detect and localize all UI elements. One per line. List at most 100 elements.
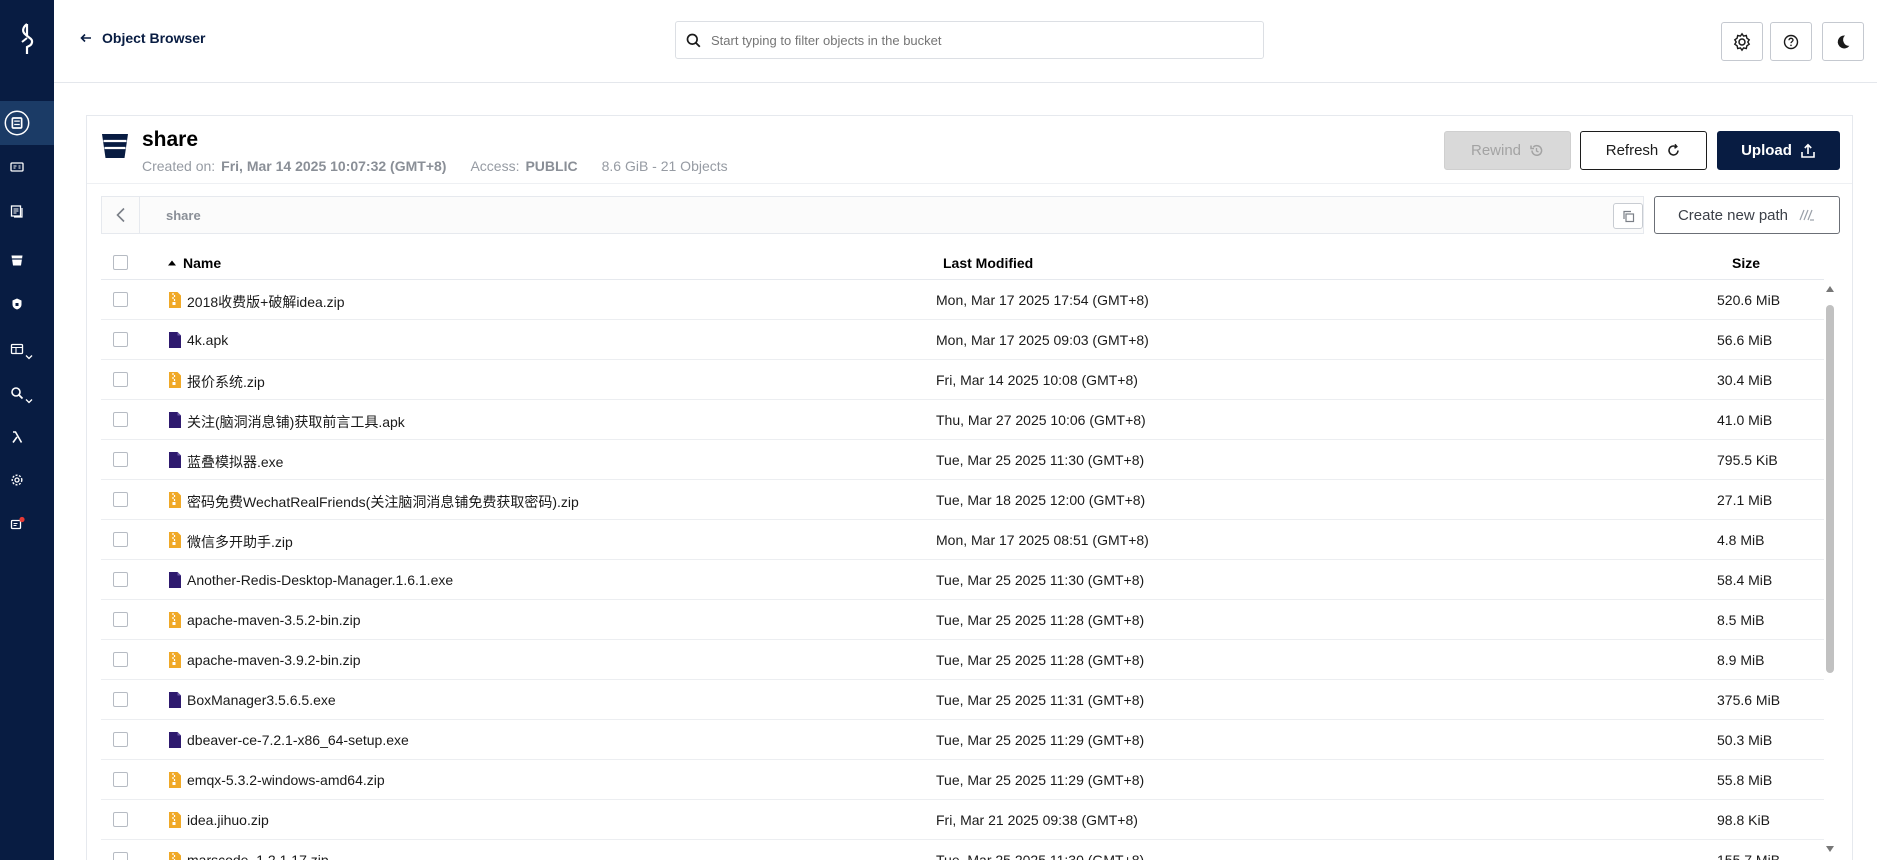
table-row[interactable]: 蓝叠模拟器.exe Tue, Mar 25 2025 11:30 (GMT+8)… xyxy=(101,440,1824,480)
sidebar-item-object-browser[interactable] xyxy=(4,110,30,136)
object-last-modified: Tue, Mar 25 2025 11:28 (GMT+8) xyxy=(936,612,1145,628)
path-back-button[interactable] xyxy=(102,197,140,233)
row-checkbox[interactable] xyxy=(113,612,128,627)
object-size: 8.5 MiB xyxy=(1717,612,1765,628)
object-list-scrollbar[interactable] xyxy=(1823,286,1837,860)
object-name: dbeaver-ce-7.2.1-x86_64-setup.exe xyxy=(187,732,409,748)
identity-icon xyxy=(10,343,24,355)
row-checkbox[interactable] xyxy=(113,492,128,507)
object-size: 98.8 KiB xyxy=(1717,812,1770,828)
arrow-left-icon xyxy=(80,33,91,43)
row-checkbox[interactable] xyxy=(113,412,128,427)
table-row[interactable]: Another-Redis-Desktop-Manager.1.6.1.exe … xyxy=(101,560,1824,600)
copy-icon xyxy=(1622,210,1634,222)
column-header-size[interactable]: Size xyxy=(1732,255,1760,271)
help-icon xyxy=(1783,34,1799,49)
rewind-label: Rewind xyxy=(1470,142,1522,159)
scroll-up-arrow-icon[interactable] xyxy=(1826,286,1834,292)
license-icon xyxy=(10,516,25,530)
object-name: marscode_1.2.1.17.zip xyxy=(187,852,329,860)
sidebar-item-settings[interactable] xyxy=(4,467,30,493)
created-label: Created on: xyxy=(142,158,216,174)
notification-badge xyxy=(19,516,25,523)
upload-button[interactable]: Upload xyxy=(1717,131,1840,170)
chevron-down-icon[interactable] xyxy=(24,352,34,362)
sidebar-item-license[interactable] xyxy=(4,511,30,537)
table-row[interactable]: apache-maven-3.9.2-bin.zip Tue, Mar 25 2… xyxy=(101,640,1824,680)
object-name: 报价系统.zip xyxy=(187,374,265,390)
search-icon xyxy=(686,33,701,47)
object-name: apache-maven-3.5.2-bin.zip xyxy=(187,612,361,628)
scrollbar-thumb[interactable] xyxy=(1826,305,1834,673)
chevron-down-icon[interactable] xyxy=(24,396,34,406)
sidebar-item-lambda[interactable] xyxy=(4,424,30,450)
column-header-name[interactable]: Name xyxy=(167,255,221,271)
object-size: 8.9 MiB xyxy=(1717,652,1765,668)
row-checkbox[interactable] xyxy=(113,532,128,547)
sidebar-item-documentation[interactable] xyxy=(4,198,30,224)
rewind-button[interactable]: Rewind xyxy=(1444,131,1571,170)
row-checkbox[interactable] xyxy=(113,332,128,347)
create-new-path-button[interactable]: Create new path xyxy=(1654,196,1840,234)
zip-file-icon xyxy=(169,492,181,508)
refresh-icon xyxy=(1668,143,1680,156)
table-row[interactable]: 密码免费WechatRealFriends(关注脑洞消息铺免费获取密码).zip… xyxy=(101,480,1824,520)
copy-path-button[interactable] xyxy=(1613,203,1643,229)
scroll-down-arrow-icon[interactable] xyxy=(1826,846,1834,852)
search-input[interactable] xyxy=(711,32,1231,48)
table-row[interactable]: 报价系统.zip Fri, Mar 14 2025 10:08 (GMT+8) … xyxy=(101,360,1824,400)
sidebar-item-buckets[interactable] xyxy=(4,247,30,273)
table-row[interactable]: idea.jihuo.zip Fri, Mar 21 2025 09:38 (G… xyxy=(101,800,1824,840)
table-row[interactable]: 4k.apk Mon, Mar 17 2025 09:03 (GMT+8) 56… xyxy=(101,320,1824,360)
table-row[interactable]: 2018收费版+破解idea.zip Mon, Mar 17 2025 17:5… xyxy=(101,280,1824,320)
refresh-button[interactable]: Refresh xyxy=(1580,131,1707,170)
breadcrumb[interactable]: share xyxy=(166,208,201,223)
back-to-object-browser-link[interactable]: Object Browser xyxy=(80,30,205,46)
row-checkbox[interactable] xyxy=(113,452,128,467)
row-checkbox[interactable] xyxy=(113,772,128,787)
sidebar-item-policies[interactable] xyxy=(4,291,30,317)
table-row[interactable]: 关注(脑洞消息铺)获取前言工具.apk Thu, Mar 27 2025 10:… xyxy=(101,400,1824,440)
row-checkbox[interactable] xyxy=(113,572,128,587)
path-breadcrumb-bar: share xyxy=(101,196,1644,234)
settings-button[interactable] xyxy=(1721,22,1763,61)
column-header-last-modified[interactable]: Last Modified xyxy=(943,255,1033,271)
object-last-modified: Tue, Mar 25 2025 11:30 (GMT+8) xyxy=(936,452,1145,468)
object-name: apache-maven-3.9.2-bin.zip xyxy=(187,652,361,668)
table-row[interactable]: apache-maven-3.5.2-bin.zip Tue, Mar 25 2… xyxy=(101,600,1824,640)
bucket-usage: 8.6 GiB - 21 Objects xyxy=(601,158,728,174)
table-row[interactable]: BoxManager3.5.6.5.exe Tue, Mar 25 2025 1… xyxy=(101,680,1824,720)
row-checkbox[interactable] xyxy=(113,852,128,860)
row-checkbox[interactable] xyxy=(113,692,128,707)
object-filter-search[interactable] xyxy=(675,21,1264,59)
object-last-modified: Tue, Mar 25 2025 11:29 (GMT+8) xyxy=(936,732,1145,748)
row-checkbox[interactable] xyxy=(113,372,128,387)
row-checkbox[interactable] xyxy=(113,732,128,747)
bucket-meta: Created on: Fri, Mar 14 2025 10:07:32 (G… xyxy=(142,158,728,174)
object-size: 41.0 MiB xyxy=(1717,412,1773,428)
help-button[interactable] xyxy=(1770,22,1812,61)
zip-file-icon xyxy=(169,532,181,548)
minio-logo-icon[interactable] xyxy=(0,22,54,72)
object-last-modified: Tue, Mar 25 2025 11:31 (GMT+8) xyxy=(936,692,1145,708)
table-row[interactable]: 微信多开助手.zip Mon, Mar 17 2025 08:51 (GMT+8… xyxy=(101,520,1824,560)
dark-mode-button[interactable] xyxy=(1822,22,1864,61)
row-checkbox[interactable] xyxy=(113,652,128,667)
table-row[interactable]: emqx-5.3.2-windows-amd64.zip Tue, Mar 25… xyxy=(101,760,1824,800)
row-checkbox[interactable] xyxy=(113,812,128,827)
row-checkbox[interactable] xyxy=(113,292,128,307)
monitoring-icon xyxy=(11,387,24,400)
table-row[interactable]: marscode_1.2.1.17.zip Tue, Mar 25 2025 1… xyxy=(101,840,1824,860)
sidebar-item-access-keys[interactable] xyxy=(4,154,30,180)
object-last-modified: Tue, Mar 25 2025 11:30 (GMT+8) xyxy=(936,852,1145,860)
object-name: Another-Redis-Desktop-Manager.1.6.1.exe xyxy=(187,572,454,588)
bucket-panel: share Created on: Fri, Mar 14 2025 10:07… xyxy=(86,115,1853,860)
select-all-checkbox[interactable] xyxy=(113,255,128,270)
file-icon xyxy=(169,452,181,468)
top-header: Object Browser xyxy=(54,0,1877,83)
object-last-modified: Thu, Mar 27 2025 10:06 (GMT+8) xyxy=(936,412,1146,428)
history-icon xyxy=(1530,144,1543,157)
refresh-label: Refresh xyxy=(1605,142,1659,159)
access-keys-icon xyxy=(10,162,24,172)
table-row[interactable]: dbeaver-ce-7.2.1-x86_64-setup.exe Tue, M… xyxy=(101,720,1824,760)
